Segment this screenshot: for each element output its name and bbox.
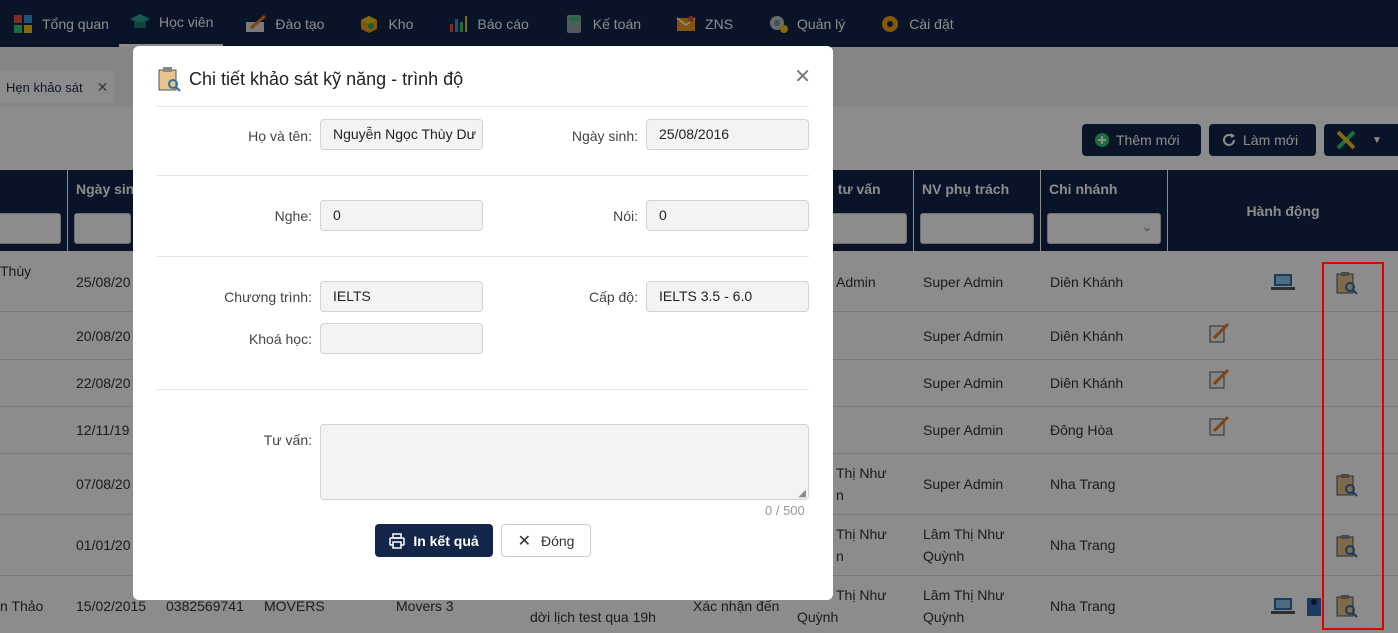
speak-score-field[interactable]: 0 — [646, 200, 809, 231]
level-label: Cấp độ: — [588, 289, 638, 305]
modal-title-text: Chi tiết khảo sát kỹ năng - trình độ — [189, 68, 464, 89]
dob-field[interactable]: 25/08/2016 — [646, 119, 809, 150]
character-counter: 0 / 500 — [765, 503, 805, 518]
highlight-annotation — [1322, 262, 1384, 630]
name-label: Họ và tên: — [248, 128, 312, 144]
modal-title: Chi tiết khảo sát kỹ năng - trình độ — [157, 66, 463, 92]
print-result-label: In kết quả — [413, 532, 479, 549]
resize-handle-icon[interactable]: ◢ — [798, 488, 806, 499]
survey-detail-modal: Chi tiết khảo sát kỹ năng - trình độ ✕ H… — [133, 46, 833, 600]
course-label: Khoá học: — [248, 331, 312, 347]
close-icon: ✕ — [517, 532, 531, 550]
close-button-label: Đóng — [540, 532, 575, 549]
close-icon[interactable]: ✕ — [794, 64, 811, 89]
printer-icon — [389, 532, 406, 549]
level-field[interactable]: IELTS 3.5 - 6.0 — [646, 281, 809, 312]
advice-textarea[interactable]: ◢ — [320, 424, 809, 500]
program-field[interactable]: IELTS — [320, 281, 483, 312]
survey-clipboard-icon — [157, 66, 181, 92]
divider — [157, 175, 809, 176]
close-button[interactable]: ✕ Đóng — [501, 524, 591, 557]
advice-label: Tư vấn: — [263, 432, 312, 448]
course-field[interactable] — [320, 323, 483, 354]
program-label: Chương trình: — [224, 289, 312, 305]
divider — [157, 106, 809, 107]
name-field[interactable]: Nguyễn Ngọc Thùy Dư — [320, 119, 483, 150]
listen-score-field[interactable]: 0 — [320, 200, 483, 231]
print-result-button[interactable]: In kết quả — [375, 524, 493, 557]
divider — [157, 389, 809, 390]
dob-label: Ngày sinh: — [571, 128, 638, 144]
listen-label: Nghe: — [274, 208, 312, 224]
divider — [157, 256, 809, 257]
speak-label: Nói: — [613, 208, 638, 224]
